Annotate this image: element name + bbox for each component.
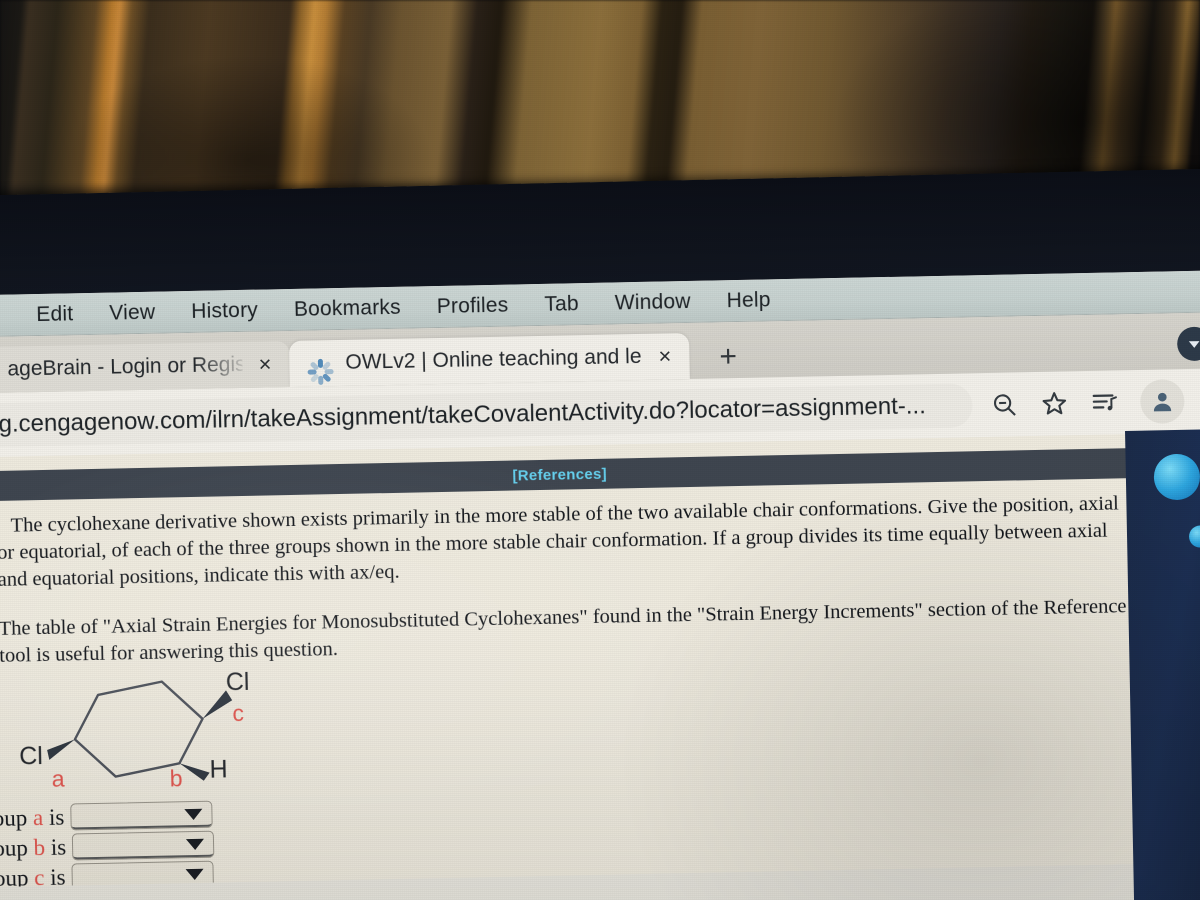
- background-window-edge: [1125, 429, 1200, 900]
- answer-label-a: Group a is: [0, 804, 65, 832]
- group-label-a: a: [51, 765, 65, 792]
- answer-group-letter: c: [33, 864, 45, 888]
- laptop-screen: e Edit View History Bookmarks Profiles T…: [0, 269, 1200, 900]
- menu-item-tab[interactable]: Tab: [544, 292, 579, 317]
- answer-prefix: Group: [0, 864, 29, 888]
- menu-item-help[interactable]: Help: [726, 288, 770, 313]
- answer-suffix: is: [42, 804, 65, 830]
- media-list-icon[interactable]: [1090, 388, 1119, 417]
- answer-group-letter: b: [33, 834, 46, 860]
- chevron-down-icon[interactable]: [185, 868, 204, 880]
- references-link[interactable]: [References]: [512, 465, 607, 484]
- answer-suffix: is: [44, 864, 66, 888]
- menu-item-history[interactable]: History: [191, 298, 258, 323]
- tab-title: OWLv2 | Online teaching and le: [345, 344, 642, 374]
- download-chevron-icon[interactable]: [1176, 326, 1200, 362]
- close-icon[interactable]: ×: [254, 351, 275, 376]
- answer-fields: Group a is Group b is Group c is: [0, 800, 215, 888]
- chevron-down-icon[interactable]: [184, 808, 203, 820]
- browser-tab-cengagebrain[interactable]: ageBrain - Login or Regis ×: [0, 341, 290, 394]
- group-c-dropdown[interactable]: [71, 860, 214, 888]
- answer-row-a: Group a is: [0, 800, 214, 833]
- cyclohexane-derivative-structure: Cl c Cl a H b: [19, 659, 282, 799]
- question-paragraph-2: The table of "Axial Strain Energies for …: [0, 595, 1127, 668]
- close-icon[interactable]: ×: [654, 343, 675, 368]
- answer-row-c: Group c is: [0, 860, 215, 888]
- menu-item-bookmarks[interactable]: Bookmarks: [294, 295, 401, 321]
- group-a-dropdown[interactable]: [70, 800, 213, 831]
- answer-label-c: Group c is: [0, 864, 66, 888]
- question-paragraph-1: The cyclohexane derivative shown exists …: [0, 492, 1119, 591]
- toolbar-icons: [990, 378, 1200, 427]
- screenshot-stage: e Edit View History Bookmarks Profiles T…: [0, 0, 1200, 900]
- atom-label-cl-a: Cl: [18, 742, 44, 771]
- menu-item-edit[interactable]: Edit: [36, 302, 73, 327]
- answer-group-letter: a: [32, 804, 44, 830]
- new-tab-button[interactable]: +: [719, 340, 737, 373]
- browser-tab-owlv2[interactable]: OWLv2 | Online teaching and le ×: [288, 332, 690, 387]
- menu-item-profiles[interactable]: Profiles: [437, 293, 509, 318]
- chevron-down-icon[interactable]: [186, 838, 205, 850]
- question-body: The cyclohexane derivative shown exists …: [0, 490, 1139, 670]
- group-label-b: b: [169, 765, 183, 792]
- menu-item-window[interactable]: Window: [615, 289, 691, 315]
- menu-item-file[interactable]: e: [0, 303, 1, 327]
- answer-prefix: Group: [0, 804, 28, 832]
- answer-suffix: is: [44, 834, 67, 860]
- atom-label-cl-c: Cl: [225, 667, 250, 697]
- answer-row-b: Group b is: [0, 830, 215, 863]
- loading-spinner-icon: [307, 350, 334, 385]
- url-text: vg.cengagenow.com/ilrn/takeAssignment/ta…: [0, 392, 927, 439]
- profile-avatar-icon[interactable]: [1139, 379, 1185, 424]
- star-icon[interactable]: [1040, 389, 1069, 418]
- atom-label-h-b: H: [209, 755, 228, 784]
- group-b-dropdown[interactable]: [71, 830, 215, 861]
- answer-prefix: Group: [0, 834, 29, 862]
- menu-item-view[interactable]: View: [109, 300, 155, 325]
- address-bar[interactable]: vg.cengagenow.com/ilrn/takeAssignment/ta…: [0, 383, 973, 448]
- background-app-icon: [1153, 453, 1200, 501]
- answer-label-b: Group b is: [0, 834, 66, 862]
- tabstrip-right-controls: [1176, 326, 1200, 362]
- background-app-icon-small: [1188, 525, 1200, 548]
- tab-title: ageBrain - Login or Regis: [7, 352, 243, 381]
- page-viewport: [References] The cyclohexane derivative …: [0, 431, 1200, 888]
- group-label-c: c: [232, 699, 245, 727]
- zoom-out-icon[interactable]: [990, 390, 1019, 419]
